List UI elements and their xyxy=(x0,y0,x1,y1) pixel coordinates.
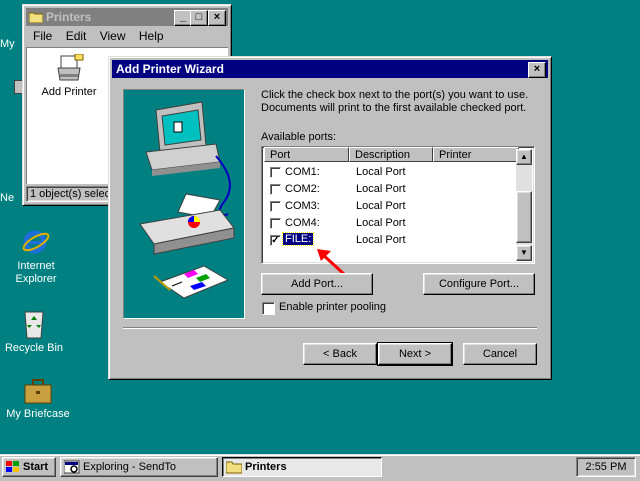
configure-port-button[interactable]: Configure Port... xyxy=(423,273,535,295)
internet-explorer-icon xyxy=(22,230,50,254)
menu-edit[interactable]: Edit xyxy=(66,29,87,43)
printers-folder-icon xyxy=(226,461,242,474)
port-checkbox[interactable] xyxy=(270,218,281,229)
add-printer-item[interactable]: Add Printer xyxy=(31,54,107,98)
port-name: COM2: xyxy=(285,183,320,195)
desktop-icon-label: Recycle Bin xyxy=(4,342,64,354)
scroll-down-button[interactable]: ▼ xyxy=(516,245,532,261)
port-description: Local Port xyxy=(356,166,406,178)
printer-pooling-label: Enable printer pooling xyxy=(279,301,387,313)
desktop-icon-label: My xyxy=(0,38,15,50)
port-description: Local Port xyxy=(356,200,406,212)
taskbar-item-label: Printers xyxy=(245,461,287,473)
menu-view[interactable]: View xyxy=(100,29,126,43)
port-row-com2[interactable]: COM2: Local Port xyxy=(265,181,517,198)
port-description: Local Port xyxy=(356,217,406,229)
column-header-port[interactable]: Port xyxy=(264,147,349,162)
back-label: < Back xyxy=(323,348,357,360)
menu-help[interactable]: Help xyxy=(139,29,164,43)
wizard-title: Add Printer Wizard xyxy=(116,62,224,76)
desktop-icon-recycle-bin[interactable]: Recycle Bin xyxy=(0,306,70,355)
desktop-icon-network[interactable]: Ne xyxy=(0,190,24,205)
add-port-label: Add Port... xyxy=(291,278,343,290)
menu-file[interactable]: File xyxy=(33,29,52,43)
close-button[interactable]: × xyxy=(208,10,226,26)
close-button[interactable]: × xyxy=(528,62,546,78)
desktop-icon-my-briefcase[interactable]: My Briefcase xyxy=(2,378,74,421)
printers-menubar: File Edit View Help xyxy=(33,29,174,43)
status-text: 1 object(s) select xyxy=(30,188,114,200)
desktop-icon-label: My Briefcase xyxy=(6,408,70,420)
start-button[interactable]: Start xyxy=(2,457,56,477)
cancel-button[interactable]: Cancel xyxy=(463,343,537,365)
port-checkbox[interactable] xyxy=(270,184,281,195)
maximize-button[interactable]: □ xyxy=(190,10,208,26)
port-description: Local Port xyxy=(356,183,406,195)
configure-port-label: Configure Port... xyxy=(438,278,520,290)
printers-titlebar[interactable]: Printers _ □ × xyxy=(26,8,228,26)
next-label: Next > xyxy=(398,348,432,360)
briefcase-icon xyxy=(24,379,52,404)
add-port-button[interactable]: Add Port... xyxy=(261,273,373,295)
desktop-icon-label: Ne xyxy=(0,192,15,204)
desktop-icon-label: Internet Explorer xyxy=(15,260,57,285)
column-header-description[interactable]: Description xyxy=(349,147,433,162)
back-button[interactable]: < Back xyxy=(303,343,377,365)
cancel-label: Cancel xyxy=(482,348,518,360)
start-label: Start xyxy=(23,461,49,473)
desktop-icon-my-computer[interactable]: My xyxy=(0,36,24,51)
ports-listview[interactable]: Port Description Printer COM1: Local Por… xyxy=(261,146,535,264)
port-name: COM3: xyxy=(285,200,320,212)
taskbar-item-printers[interactable]: Printers xyxy=(222,457,382,477)
system-tray-clock[interactable]: 2:55 PM xyxy=(576,457,636,477)
column-header-printer[interactable]: Printer xyxy=(433,147,519,162)
explorer-icon xyxy=(64,460,80,474)
next-button[interactable]: Next > xyxy=(377,342,453,366)
port-row-com3[interactable]: COM3: Local Port xyxy=(265,198,517,215)
scroll-up-button[interactable]: ▲ xyxy=(516,149,532,165)
port-row-file[interactable]: ✓ FILE: Local Port xyxy=(265,232,517,249)
taskbar-item-label: Exploring - SendTo xyxy=(83,461,176,473)
port-name: COM4: xyxy=(285,217,320,229)
recycle-bin-icon xyxy=(24,311,44,339)
printers-folder-icon xyxy=(29,12,43,23)
clock-time: 2:55 PM xyxy=(585,461,627,473)
wizard-instructions: Click the check box next to the port(s) … xyxy=(261,89,529,114)
wizard-titlebar[interactable]: Add Printer Wizard × xyxy=(112,60,548,78)
port-description: Local Port xyxy=(356,234,406,246)
printer-illustration-icon xyxy=(139,101,235,299)
port-checkbox[interactable] xyxy=(270,201,281,212)
desktop-icon-internet-explorer[interactable]: Internet Explorer xyxy=(0,226,72,286)
add-printer-wizard-dialog[interactable]: Add Printer Wizard × Click the check box… xyxy=(108,56,552,380)
taskbar-item-exploring[interactable]: Exploring - SendTo xyxy=(60,457,218,477)
port-checkbox-checked[interactable]: ✓ xyxy=(270,235,281,246)
scroll-thumb[interactable] xyxy=(516,191,532,243)
port-checkbox[interactable] xyxy=(270,167,281,178)
wizard-illustration xyxy=(123,89,245,319)
wizard-separator xyxy=(123,327,537,329)
available-ports-label: Available ports: xyxy=(261,131,337,143)
windows-logo-icon xyxy=(6,461,19,472)
printer-pooling-checkbox[interactable] xyxy=(262,302,275,315)
window-title: Printers xyxy=(46,10,92,24)
ports-scrollbar[interactable]: ▲ ▼ xyxy=(516,149,532,261)
port-name: COM1: xyxy=(285,166,320,178)
add-printer-label: Add Printer xyxy=(41,86,97,98)
port-row-com1[interactable]: COM1: Local Port xyxy=(265,164,517,181)
port-row-com4[interactable]: COM4: Local Port xyxy=(265,215,517,232)
add-printer-icon xyxy=(57,54,84,81)
